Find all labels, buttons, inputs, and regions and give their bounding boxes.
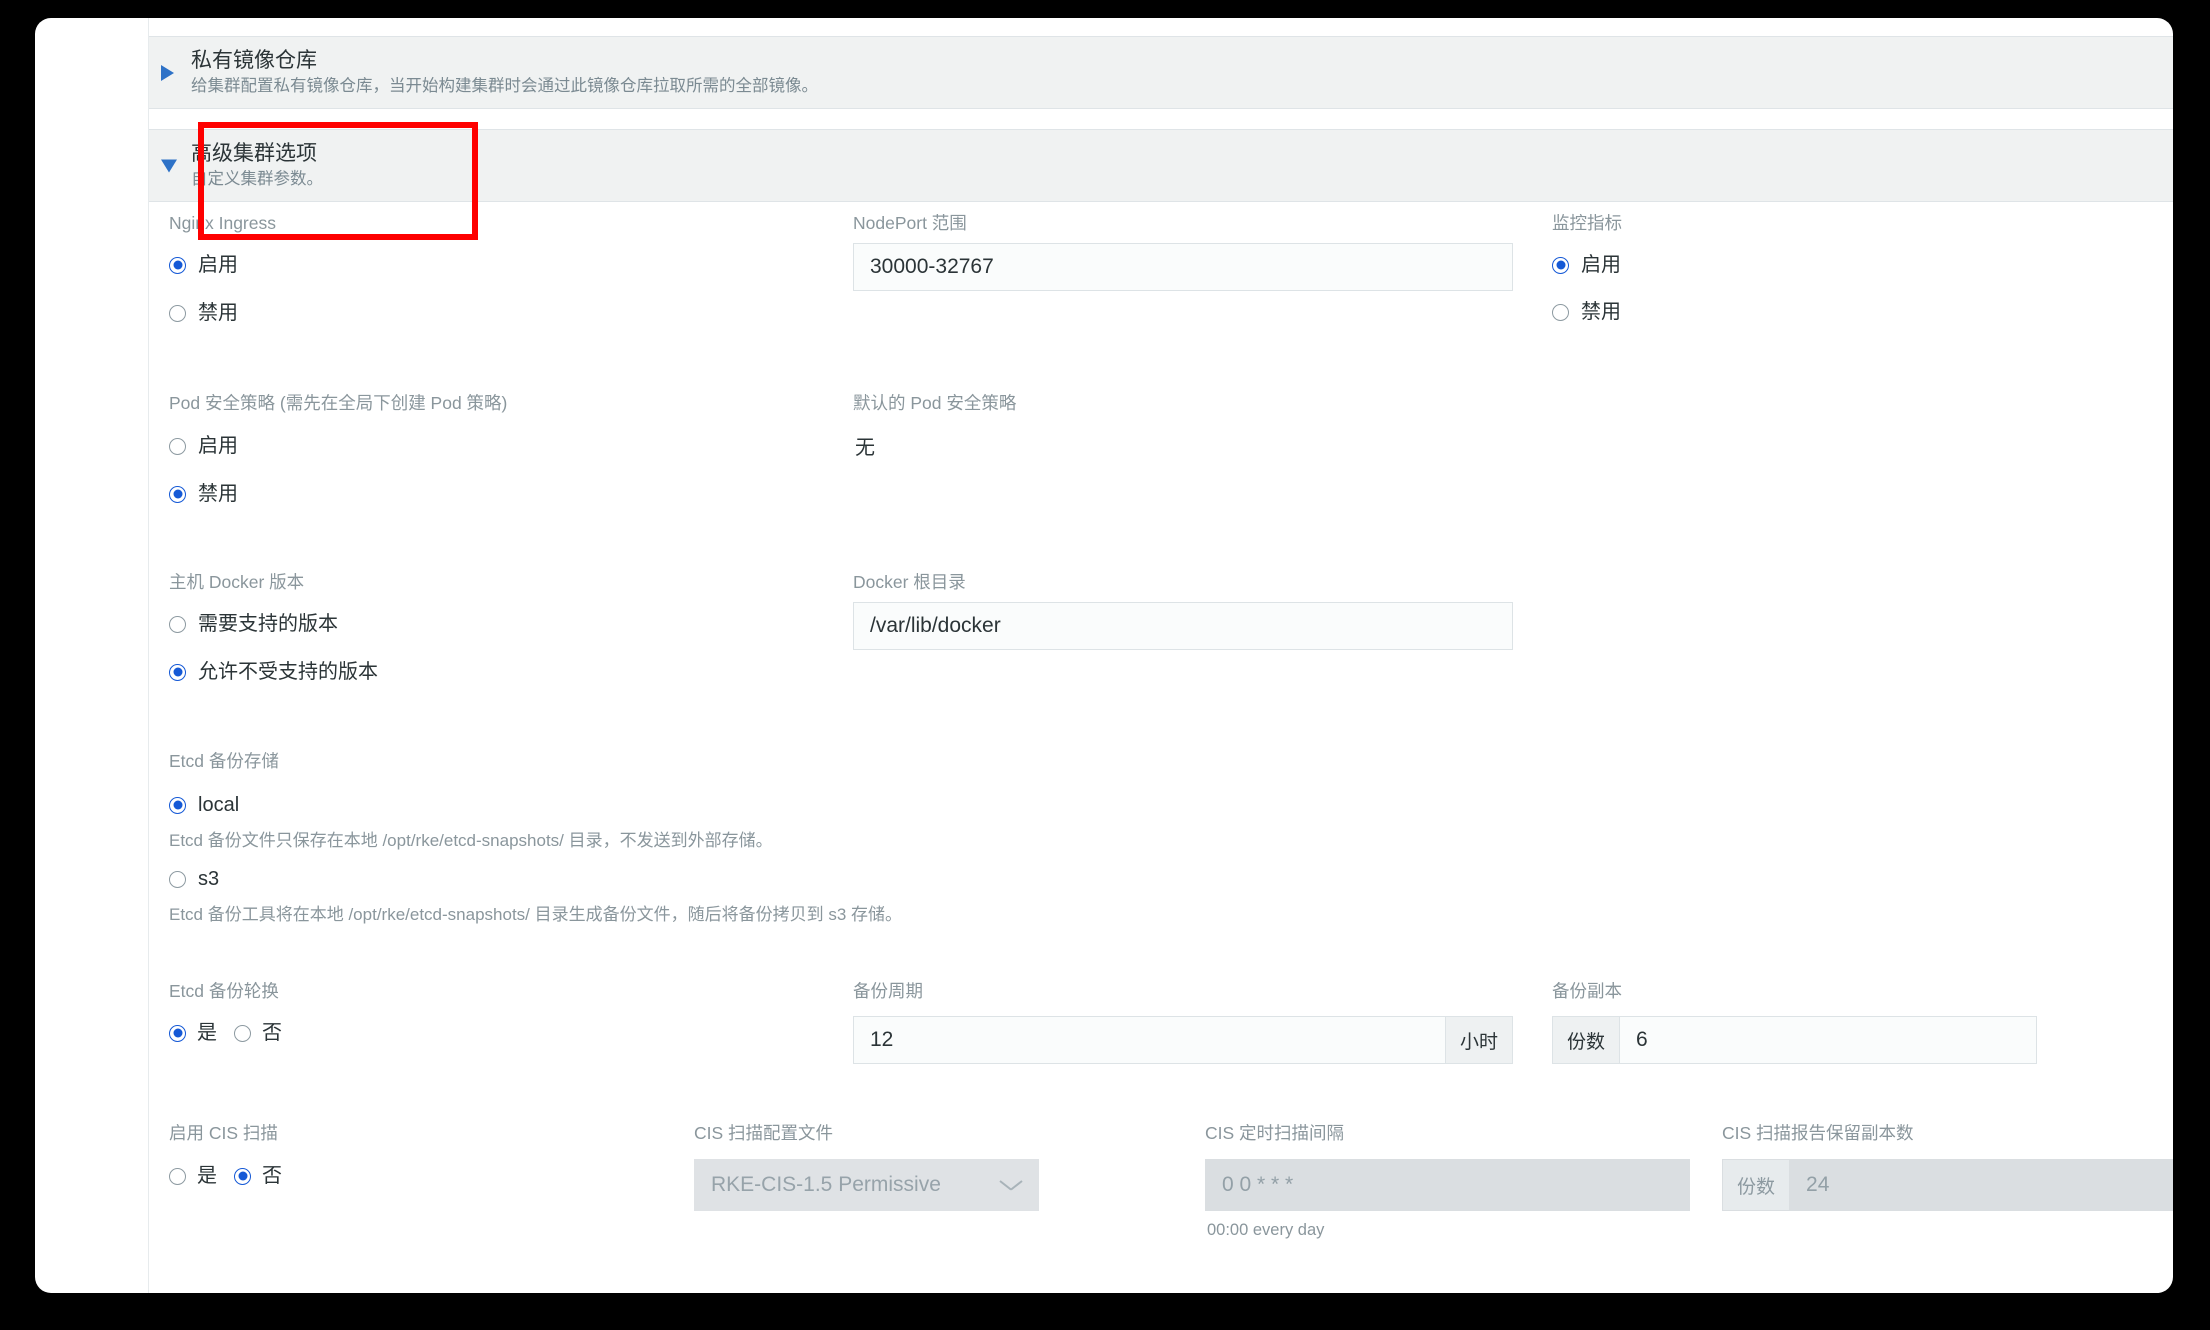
host-docker-version-option-allow-unsupported[interactable]: 允许不受支持的版本 — [169, 660, 378, 684]
chevron-down-icon[interactable] — [1000, 1179, 1022, 1192]
radio-dot[interactable] — [169, 304, 186, 322]
advanced-options-form: Nginx Ingress 启用 禁用 NodePort 范围 30000-32… — [149, 203, 2173, 1293]
pod-security-policy-option-enable-label: 启用 — [198, 435, 238, 457]
docker-root-dir-input[interactable]: /var/lib/docker — [853, 602, 1513, 650]
page-panel: 私有镜像仓库 给集群配置私有镜像仓库，当开始构建集群时会通过此镜像仓库拉取所需的… — [35, 18, 2173, 1293]
host-docker-version-label: 主机 Docker 版本 — [169, 572, 305, 592]
backup-period-value[interactable]: 12 — [853, 1016, 1445, 1064]
backup-period-unit-addon: 小时 — [1444, 1016, 1513, 1064]
nginx-ingress-option-enable-label: 启用 — [198, 254, 238, 276]
etcd-backup-storage-option-local[interactable]: local — [169, 793, 239, 817]
nginx-ingress-label: Nginx Ingress — [169, 213, 276, 233]
cis-report-retention-input-group[interactable]: 份数 24 — [1722, 1159, 2173, 1211]
radio-dot[interactable] — [1552, 303, 1569, 321]
nginx-ingress-option-disable-label: 禁用 — [198, 302, 238, 324]
cis-report-retention-label: CIS 扫描报告保留副本数 — [1722, 1123, 1914, 1143]
caret-down-icon[interactable] — [161, 159, 177, 172]
host-docker-version-option-required[interactable]: 需要支持的版本 — [169, 612, 338, 636]
radio-dot-selected[interactable] — [169, 796, 186, 814]
radio-dot[interactable] — [234, 1024, 251, 1042]
cis-scan-interval-input[interactable]: 0 0 * * * — [1205, 1159, 1690, 1211]
accordion-advanced-options-text: 高级集群选项 自定义集群参数。 — [191, 141, 323, 190]
radio-dot[interactable] — [169, 1167, 186, 1185]
enable-cis-scan-label: 启用 CIS 扫描 — [169, 1123, 278, 1143]
etcd-backup-storage-s3-description: Etcd 备份工具将在本地 /opt/rke/etcd-snapshots/ 目… — [169, 905, 903, 924]
etcd-backup-storage-label: Etcd 备份存储 — [169, 751, 279, 771]
monitoring-option-enable-label: 启用 — [1581, 254, 1621, 276]
cis-scan-interval-label: CIS 定时扫描间隔 — [1205, 1123, 1345, 1143]
enable-cis-scan-option-no[interactable]: 否 — [234, 1164, 282, 1188]
pod-security-policy-option-disable-label: 禁用 — [198, 483, 238, 505]
etcd-backup-rotation-option-yes-label: 是 — [197, 1022, 217, 1044]
cis-scan-profile-label: CIS 扫描配置文件 — [694, 1123, 834, 1143]
etcd-backup-storage-option-s3-label: s3 — [198, 868, 220, 890]
radio-dot-selected[interactable] — [169, 485, 186, 503]
radio-dot[interactable] — [169, 615, 186, 633]
accordion-private-registry-text: 私有镜像仓库 给集群配置私有镜像仓库，当开始构建集群时会通过此镜像仓库拉取所需的… — [191, 48, 818, 97]
radio-dot-selected[interactable] — [169, 663, 186, 681]
radio-dot-selected[interactable] — [1552, 256, 1569, 274]
cis-report-retention-prefix-addon: 份数 — [1722, 1159, 1791, 1211]
backup-period-input-group[interactable]: 12 小时 — [853, 1016, 1513, 1064]
backup-period-label: 备份周期 — [853, 981, 923, 1001]
nodeport-range-input[interactable]: 30000-32767 — [853, 243, 1513, 291]
cis-scan-profile-value: RKE-CIS-1.5 Permissive — [711, 1173, 941, 1196]
default-pod-security-policy-value: 无 — [855, 437, 875, 459]
etcd-backup-rotation-option-no-label: 否 — [262, 1022, 282, 1044]
accordion-private-registry-title: 私有镜像仓库 — [191, 49, 317, 72]
enable-cis-scan-option-yes-label: 是 — [197, 1165, 217, 1187]
accordion-advanced-options[interactable]: 高级集群选项 自定义集群参数。 — [149, 129, 2173, 202]
etcd-backup-storage-option-local-label: local — [198, 794, 240, 816]
monitoring-option-disable-label: 禁用 — [1581, 301, 1621, 323]
nodeport-range-label: NodePort 范围 — [853, 213, 967, 233]
default-pod-security-policy-label: 默认的 Pod 安全策略 — [853, 393, 1017, 413]
accordion-private-registry[interactable]: 私有镜像仓库 给集群配置私有镜像仓库，当开始构建集群时会通过此镜像仓库拉取所需的… — [149, 36, 2173, 109]
etcd-backup-rotation-option-no[interactable]: 否 — [234, 1021, 282, 1045]
radio-dot[interactable] — [169, 870, 186, 888]
enable-cis-scan-option-no-label: 否 — [262, 1165, 282, 1187]
backup-replicas-prefix-addon: 份数 — [1552, 1016, 1621, 1064]
host-docker-version-option-required-label: 需要支持的版本 — [198, 613, 338, 635]
monitoring-option-disable[interactable]: 禁用 — [1552, 300, 1621, 324]
cis-scan-interval-placeholder: 0 0 * * * — [1222, 1173, 1294, 1196]
nodeport-range-value: 30000-32767 — [870, 255, 994, 278]
host-docker-version-option-allow-unsupported-label: 允许不受支持的版本 — [198, 661, 378, 683]
radio-dot-selected[interactable] — [169, 1024, 186, 1042]
pod-security-policy-option-disable[interactable]: 禁用 — [169, 482, 238, 506]
caret-right-icon[interactable] — [161, 64, 174, 81]
accordion-advanced-options-title: 高级集群选项 — [191, 142, 317, 165]
cis-scan-profile-select[interactable]: RKE-CIS-1.5 Permissive — [694, 1159, 1039, 1211]
radio-dot-selected[interactable] — [169, 256, 186, 274]
etcd-backup-rotation-option-yes[interactable]: 是 — [169, 1021, 217, 1045]
backup-replicas-label: 备份副本 — [1552, 981, 1622, 1001]
etcd-backup-storage-option-s3[interactable]: s3 — [169, 867, 219, 891]
etcd-backup-rotation-label: Etcd 备份轮换 — [169, 981, 279, 1001]
nginx-ingress-option-disable[interactable]: 禁用 — [169, 301, 238, 325]
pod-security-policy-label: Pod 安全策略 (需先在全局下创建 Pod 策略) — [169, 393, 508, 413]
monitoring-option-enable[interactable]: 启用 — [1552, 253, 1621, 277]
radio-dot-selected[interactable] — [234, 1167, 251, 1185]
accordion-advanced-options-subtitle: 自定义集群参数。 — [191, 170, 323, 188]
cis-scan-interval-hint: 00:00 every day — [1207, 1221, 1325, 1239]
cis-report-retention-value[interactable]: 24 — [1790, 1159, 2173, 1211]
docker-root-dir-value: /var/lib/docker — [870, 614, 1001, 637]
docker-root-dir-label: Docker 根目录 — [853, 572, 966, 592]
accordion-private-registry-subtitle: 给集群配置私有镜像仓库，当开始构建集群时会通过此镜像仓库拉取所需的全部镜像。 — [191, 77, 818, 95]
etcd-backup-storage-local-description: Etcd 备份文件只保存在本地 /opt/rke/etcd-snapshots/… — [169, 831, 773, 850]
monitoring-label: 监控指标 — [1552, 213, 1622, 233]
enable-cis-scan-option-yes[interactable]: 是 — [169, 1164, 217, 1188]
backup-replicas-input-group[interactable]: 份数 6 — [1552, 1016, 2037, 1064]
radio-dot[interactable] — [169, 437, 186, 455]
pod-security-policy-option-enable[interactable]: 启用 — [169, 434, 238, 458]
backup-replicas-value[interactable]: 6 — [1620, 1016, 2037, 1064]
nginx-ingress-option-enable[interactable]: 启用 — [169, 253, 238, 277]
